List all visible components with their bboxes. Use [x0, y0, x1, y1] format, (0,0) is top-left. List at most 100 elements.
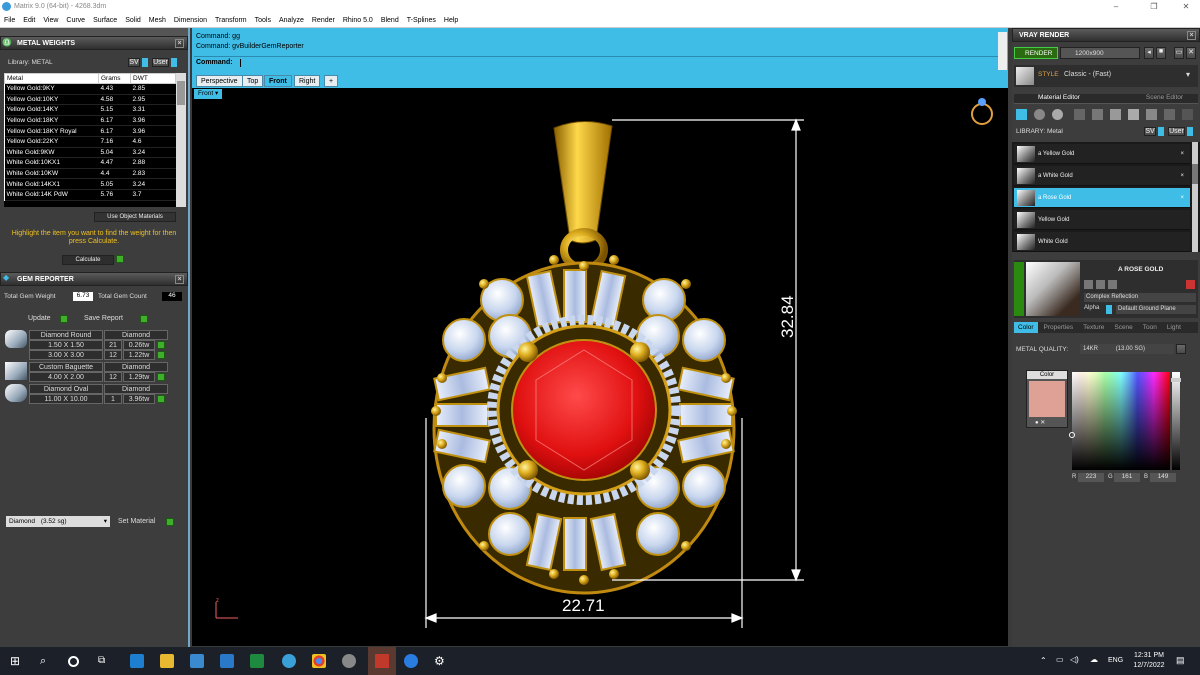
rhino-icon[interactable] [342, 654, 356, 668]
clock-time[interactable]: 12:31 PM [1132, 652, 1166, 659]
menu-tsplines[interactable]: T-Splines [407, 17, 436, 24]
select-gems-button[interactable] [157, 395, 165, 403]
sv-button[interactable]: SV [128, 58, 140, 67]
store-icon[interactable] [190, 654, 204, 668]
render-button[interactable]: RENDER [1014, 47, 1058, 59]
sv-toggle[interactable] [1158, 127, 1164, 136]
network-icon[interactable]: ▭ [1056, 655, 1064, 664]
select-gems-button[interactable] [157, 351, 165, 359]
menu-blend[interactable]: Blend [381, 17, 399, 24]
clock-date[interactable]: 12/7/2022 [1130, 662, 1168, 669]
tab-top[interactable]: Top [242, 75, 264, 87]
stop-icon[interactable]: ■ [1156, 47, 1166, 59]
metal-type-icon[interactable] [1016, 109, 1027, 120]
table-row[interactable]: Yellow Gold:22KY 7.16 4.6 [4, 136, 176, 148]
material-type-4-icon[interactable] [1074, 109, 1085, 120]
select-gems-button[interactable] [157, 373, 165, 381]
close-icon[interactable]: × [175, 39, 184, 48]
material-type-10-icon[interactable] [1182, 109, 1193, 120]
preview-tool-2-icon[interactable] [1096, 280, 1105, 289]
chrome-icon[interactable] [312, 654, 326, 668]
metal-quality-select[interactable]: 14KR (13.00 SG) [1080, 344, 1174, 354]
save-report-button[interactable] [140, 315, 148, 323]
matrix-taskbar-active[interactable] [368, 647, 396, 675]
list-item[interactable]: Yellow Gold [1014, 210, 1190, 230]
material-type-9-icon[interactable] [1164, 109, 1175, 120]
color-swatch[interactable] [1029, 381, 1065, 417]
menu-mesh[interactable]: Mesh [149, 17, 166, 24]
reset-icon[interactable] [1186, 280, 1195, 289]
menu-tools[interactable]: Tools [255, 17, 271, 24]
table-row[interactable]: Yellow Gold:14KY 5.15 3.31 [4, 104, 176, 116]
tab-perspective[interactable]: Perspective [196, 75, 243, 87]
maximize-button[interactable]: ❐ [1142, 0, 1166, 14]
menu-file[interactable]: File [4, 17, 15, 24]
gem-type-icon[interactable] [1034, 109, 1045, 120]
notifications-icon[interactable]: ▤ [1176, 655, 1185, 666]
file-explorer-icon[interactable] [160, 654, 174, 668]
menu-transform[interactable]: Transform [215, 17, 247, 24]
material-type-7-icon[interactable] [1128, 109, 1139, 120]
menu-render[interactable]: Render [312, 17, 335, 24]
rgb-red-field[interactable]: 223 [1078, 473, 1104, 482]
alpha-toggle[interactable] [1106, 305, 1112, 314]
tab-properties[interactable]: Properties [1040, 322, 1078, 333]
resolution-field[interactable]: 1200x900 [1060, 47, 1140, 59]
swatch-tools[interactable]: ● ✕ [1027, 419, 1067, 426]
close-icon[interactable]: × [175, 275, 184, 284]
collapse-preview-button[interactable] [1014, 262, 1024, 316]
table-row[interactable]: White Gold:14KX1 5.05 3.24 [4, 178, 176, 190]
mail-icon[interactable] [220, 654, 234, 668]
ring-icon[interactable] [971, 98, 993, 125]
col-metal[interactable]: Metal [4, 73, 99, 84]
table-row[interactable]: Yellow Gold:18KY 6.17 3.96 [4, 115, 176, 127]
calculate-button[interactable]: Calculate [62, 255, 114, 265]
tab-color[interactable]: Color [1014, 322, 1038, 333]
language-indicator[interactable]: ENG [1108, 657, 1123, 664]
table-row[interactable]: Yellow Gold:9KY 4.43 2.85 [4, 83, 176, 95]
rgb-green-field[interactable]: 161 [1114, 473, 1140, 482]
gem-group-name[interactable]: Custom Baguette [29, 362, 103, 372]
panel-splitter[interactable] [0, 28, 188, 36]
command-scrollbar[interactable] [998, 32, 1007, 70]
material-type-8-icon[interactable] [1146, 109, 1157, 120]
start-icon[interactable]: ⊞ [10, 654, 24, 668]
tab-toon[interactable]: Toon [1139, 322, 1161, 333]
tab-scene[interactable]: Scene [1110, 322, 1136, 333]
menu-rhino[interactable]: Rhino 5.0 [343, 17, 373, 24]
color-picker-cursor[interactable] [1069, 432, 1075, 438]
search-icon[interactable]: ⌕ [40, 654, 54, 668]
user-button[interactable]: User [152, 58, 169, 67]
table-row[interactable]: Yellow Gold:18KY Royal 6.17 3.96 [4, 125, 176, 137]
tray-chevron-icon[interactable]: ⌃ [1040, 656, 1047, 665]
brightness-slider-handle[interactable] [1171, 378, 1181, 382]
edge-icon[interactable] [130, 654, 144, 668]
table-scrollbar[interactable] [176, 73, 186, 207]
col-grams[interactable]: Grams [98, 73, 131, 84]
reflection-select[interactable]: Complex Reflection [1084, 293, 1196, 302]
user-toggle[interactable] [1187, 127, 1193, 136]
preview-tool-3-icon[interactable] [1108, 280, 1117, 289]
col-dwt[interactable]: DWT [130, 73, 176, 84]
table-row[interactable]: White Gold:9KW 5.04 3.24 [4, 147, 176, 159]
menu-surface[interactable]: Surface [93, 17, 117, 24]
settings-gear-icon[interactable]: ⚙ [434, 654, 448, 668]
close-render-icon[interactable]: ✕ [1186, 47, 1196, 59]
gem-group-name[interactable]: Diamond Round [29, 330, 103, 340]
delete-icon[interactable]: × [1180, 166, 1184, 186]
menu-dimension[interactable]: Dimension [174, 17, 207, 24]
use-object-materials-checkbox[interactable]: Use Object Materials [94, 212, 176, 222]
sphere-type-icon[interactable] [1052, 109, 1063, 120]
brightness-slider[interactable] [1171, 372, 1181, 470]
list-item[interactable]: a White Gold × [1014, 166, 1190, 186]
viewport-front[interactable]: Front ▾ 32.84 22.71 z [192, 88, 1008, 646]
list-item-selected[interactable]: a Rose Gold × [1014, 188, 1190, 208]
calculate-go-icon[interactable] [115, 255, 124, 264]
style-row[interactable]: STYLE Classic - (Fast) ▾ [1014, 65, 1198, 87]
table-row[interactable]: Yellow Gold:10KY 4.58 2.95 [4, 94, 176, 106]
tab-light[interactable]: Light [1163, 322, 1185, 333]
close-icon[interactable]: × [1187, 31, 1196, 40]
tab-add[interactable]: + [324, 75, 339, 87]
delete-icon[interactable]: × [1180, 188, 1184, 208]
update-button[interactable] [60, 315, 68, 323]
